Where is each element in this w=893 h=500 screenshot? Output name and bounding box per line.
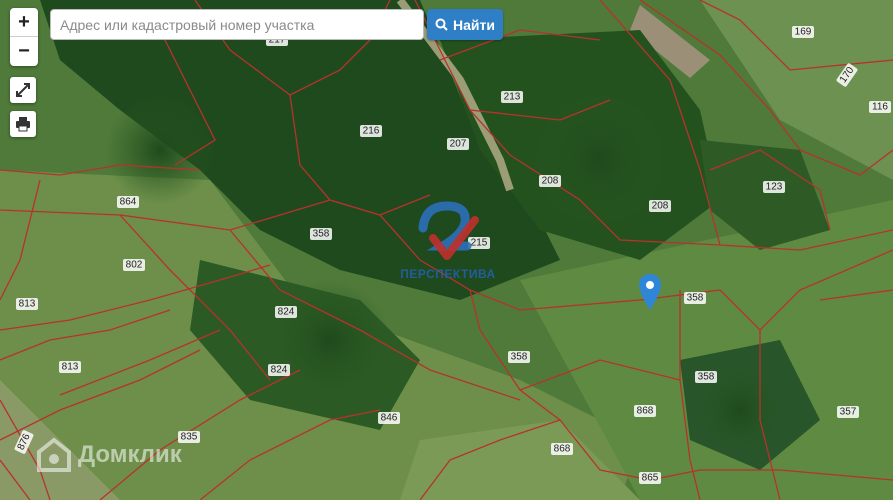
svg-text:358: 358 [687, 293, 704, 304]
svg-text:846: 846 [381, 413, 398, 424]
parcel-label: 208 [649, 200, 671, 212]
parcel-label: 802 [123, 259, 145, 271]
svg-text:358: 358 [511, 352, 528, 363]
brand-emblem-icon [418, 201, 479, 260]
find-button[interactable]: Найти [427, 9, 503, 40]
parcel-label: 116 [869, 101, 891, 113]
brand-logo: ПЕРСПЕКТИВА [398, 198, 498, 281]
svg-text:813: 813 [62, 362, 79, 373]
parcel-label: 123 [763, 181, 785, 193]
parcel-label: 824 [275, 306, 297, 318]
svg-text:358: 358 [698, 372, 715, 383]
location-pin-icon[interactable] [639, 274, 661, 310]
search-icon [435, 18, 448, 31]
parcel-label: 358 [684, 292, 706, 304]
domclick-logo-icon [37, 437, 71, 472]
parcel-label: 865 [639, 472, 661, 484]
zoom-out-button[interactable]: − [10, 36, 38, 66]
zoom-in-button[interactable]: + [10, 8, 38, 36]
expand-icon [16, 83, 30, 97]
parcel-label: 846 [378, 412, 400, 424]
parcel-label: 357 [837, 406, 859, 418]
svg-text:357: 357 [840, 407, 857, 418]
svg-text:865: 865 [642, 473, 659, 484]
svg-text:824: 824 [278, 307, 295, 318]
domclick-watermark: Домклик [36, 437, 182, 473]
svg-text:207: 207 [450, 139, 467, 150]
parcel-label: 358 [310, 228, 332, 240]
printer-icon [16, 117, 30, 132]
svg-text:813: 813 [19, 299, 36, 310]
parcel-label: 358 [695, 371, 717, 383]
svg-text:864: 864 [120, 197, 137, 208]
fullscreen-button[interactable] [10, 77, 36, 103]
svg-text:169: 169 [795, 27, 812, 38]
parcel-label: 208 [539, 175, 561, 187]
svg-text:216: 216 [363, 126, 380, 137]
svg-text:824: 824 [271, 365, 288, 376]
parcel-label: 216 [360, 125, 382, 137]
svg-text:213: 213 [504, 92, 521, 103]
svg-text:835: 835 [181, 432, 198, 443]
search-input[interactable] [50, 9, 424, 40]
parcel-label: 358 [508, 351, 530, 363]
find-button-label: Найти [453, 16, 495, 33]
brand-name: ПЕРСПЕКТИВА [400, 267, 496, 281]
svg-text:868: 868 [554, 444, 571, 455]
svg-text:208: 208 [652, 201, 669, 212]
svg-text:358: 358 [313, 229, 330, 240]
watermark-text: Домклик [78, 441, 182, 468]
parcel-label: 169 [792, 26, 814, 38]
parcel-label: 824 [268, 364, 290, 376]
parcel-label: 864 [117, 196, 139, 208]
print-button[interactable] [10, 111, 36, 137]
parcel-label: 868 [634, 405, 656, 417]
zoom-controls: + − [10, 8, 38, 66]
svg-text:123: 123 [766, 182, 783, 193]
parcel-label: 868 [551, 443, 573, 455]
svg-text:868: 868 [637, 406, 654, 417]
parcel-label: 813 [16, 298, 38, 310]
svg-text:802: 802 [126, 260, 143, 271]
parcel-label: 207 [447, 138, 469, 150]
parcel-label: 813 [59, 361, 81, 373]
svg-text:116: 116 [872, 102, 888, 113]
svg-text:208: 208 [542, 176, 559, 187]
parcel-label: 213 [501, 91, 523, 103]
